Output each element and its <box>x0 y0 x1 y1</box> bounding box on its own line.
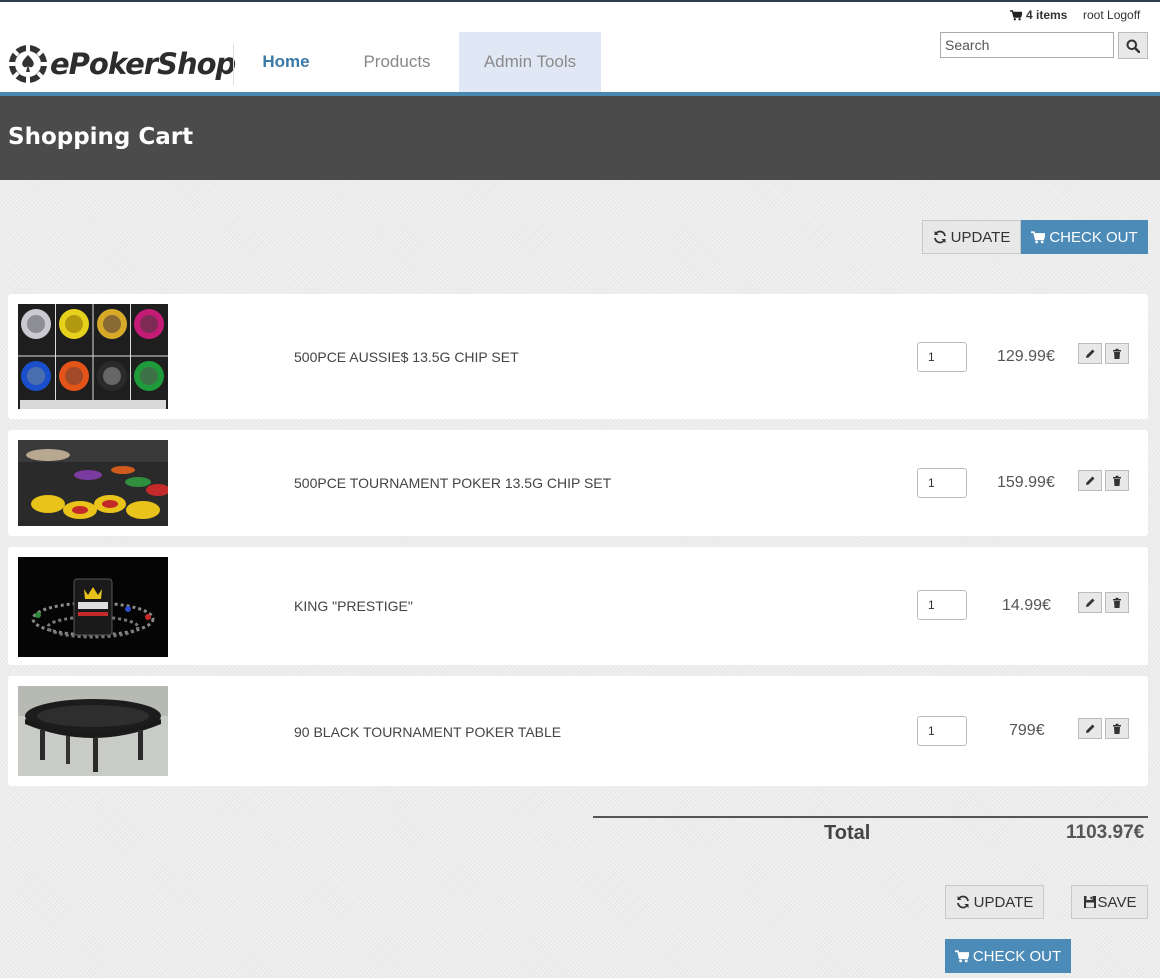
quantity-input[interactable] <box>917 590 967 620</box>
pencil-icon <box>1086 724 1095 733</box>
cart-row: 90 BLACK TOURNAMENT POKER TABLE 799€ <box>8 676 1148 786</box>
total-divider <box>593 816 1148 818</box>
cart-icon <box>1031 230 1046 243</box>
delete-button[interactable] <box>1105 592 1129 613</box>
trash-icon <box>1113 723 1121 734</box>
site-header: ePokerShop Home Products Admin Tools 4 i… <box>0 2 1160 92</box>
refresh-icon <box>956 895 969 909</box>
delete-button[interactable] <box>1105 718 1129 739</box>
checkout-label: CHECK OUT <box>972 947 1062 965</box>
cart-row: 500PCE TOURNAMENT POKER 13.5G CHIP SET 1… <box>8 430 1148 536</box>
item-name: 90 BLACK TOURNAMENT POKER TABLE <box>294 724 562 740</box>
user-info: root Logoff <box>1083 8 1140 22</box>
nav-home[interactable]: Home <box>240 32 332 92</box>
edit-button[interactable] <box>1078 592 1102 613</box>
username: root <box>1083 8 1104 22</box>
quantity-input[interactable] <box>917 342 967 372</box>
item-price: 159.99€ <box>997 474 1055 491</box>
search-button[interactable] <box>1118 32 1148 59</box>
quantity-input[interactable] <box>917 716 967 746</box>
item-price: 14.99€ <box>1002 597 1051 614</box>
save-icon <box>1083 896 1096 908</box>
total-value: 1103.97€ <box>1066 822 1145 843</box>
pencil-icon <box>1086 476 1095 485</box>
nav-products[interactable]: Products <box>340 32 454 92</box>
logo[interactable]: ePokerShop <box>8 42 236 86</box>
page-title: Shopping Cart <box>8 124 194 150</box>
refresh-icon <box>933 230 946 244</box>
product-image[interactable] <box>18 557 168 657</box>
cart-icon <box>1010 9 1022 20</box>
update-button-top[interactable]: UPDATE <box>922 220 1021 254</box>
total-label: Total <box>824 822 871 844</box>
item-name: KING "PRESTIGE" <box>294 598 413 614</box>
search-icon <box>1126 39 1140 53</box>
pencil-icon <box>1086 598 1095 607</box>
trash-icon <box>1113 348 1121 359</box>
delete-button[interactable] <box>1105 470 1129 491</box>
product-image[interactable] <box>18 304 168 409</box>
poker-table-image <box>18 686 168 776</box>
cart-row: 500PCE AUSSIE$ 13.5G CHIP SET 129.99€ <box>8 294 1148 419</box>
edit-button[interactable] <box>1078 343 1102 364</box>
checkout-button-bottom[interactable]: CHECK OUT <box>945 939 1071 973</box>
item-price: 799€ <box>1009 722 1045 739</box>
chip-set-image <box>18 304 168 409</box>
pencil-icon <box>1086 349 1095 358</box>
update-label: UPDATE <box>973 893 1034 911</box>
quantity-input[interactable] <box>917 468 967 498</box>
item-name: 500PCE AUSSIE$ 13.5G CHIP SET <box>294 349 519 365</box>
brand-name: ePokerShop <box>50 47 236 81</box>
product-image[interactable] <box>18 440 168 526</box>
edit-button[interactable] <box>1078 718 1102 739</box>
checkout-label: CHECK OUT <box>1049 228 1138 246</box>
cart-row: KING "PRESTIGE" 14.99€ <box>8 547 1148 665</box>
product-image[interactable] <box>18 686 168 776</box>
tournament-chips-image <box>18 440 168 526</box>
save-button[interactable]: SAVE <box>1071 885 1148 919</box>
poker-chip-icon <box>9 45 47 83</box>
edit-button[interactable] <box>1078 470 1102 491</box>
nav-divider <box>233 44 234 85</box>
item-price: 129.99€ <box>997 348 1055 365</box>
update-button-bottom[interactable]: UPDATE <box>945 885 1044 919</box>
page-banner: Shopping Cart <box>0 96 1160 180</box>
trash-icon <box>1113 475 1121 486</box>
cart-icon <box>954 949 969 962</box>
trash-icon <box>1113 597 1121 608</box>
search-input[interactable] <box>940 32 1114 58</box>
item-name: 500PCE TOURNAMENT POKER 13.5G CHIP SET <box>294 475 612 491</box>
delete-button[interactable] <box>1105 343 1129 364</box>
logoff-link[interactable]: Logoff <box>1107 8 1140 22</box>
cart-count: 4 items <box>1026 8 1068 22</box>
prestige-case-image <box>18 557 168 657</box>
update-label: UPDATE <box>950 228 1011 246</box>
save-label: SAVE <box>1097 893 1137 911</box>
checkout-button-top[interactable]: CHECK OUT <box>1021 220 1148 254</box>
nav-admin-tools[interactable]: Admin Tools <box>459 32 601 92</box>
mini-cart-link[interactable]: 4 items <box>1010 8 1067 22</box>
